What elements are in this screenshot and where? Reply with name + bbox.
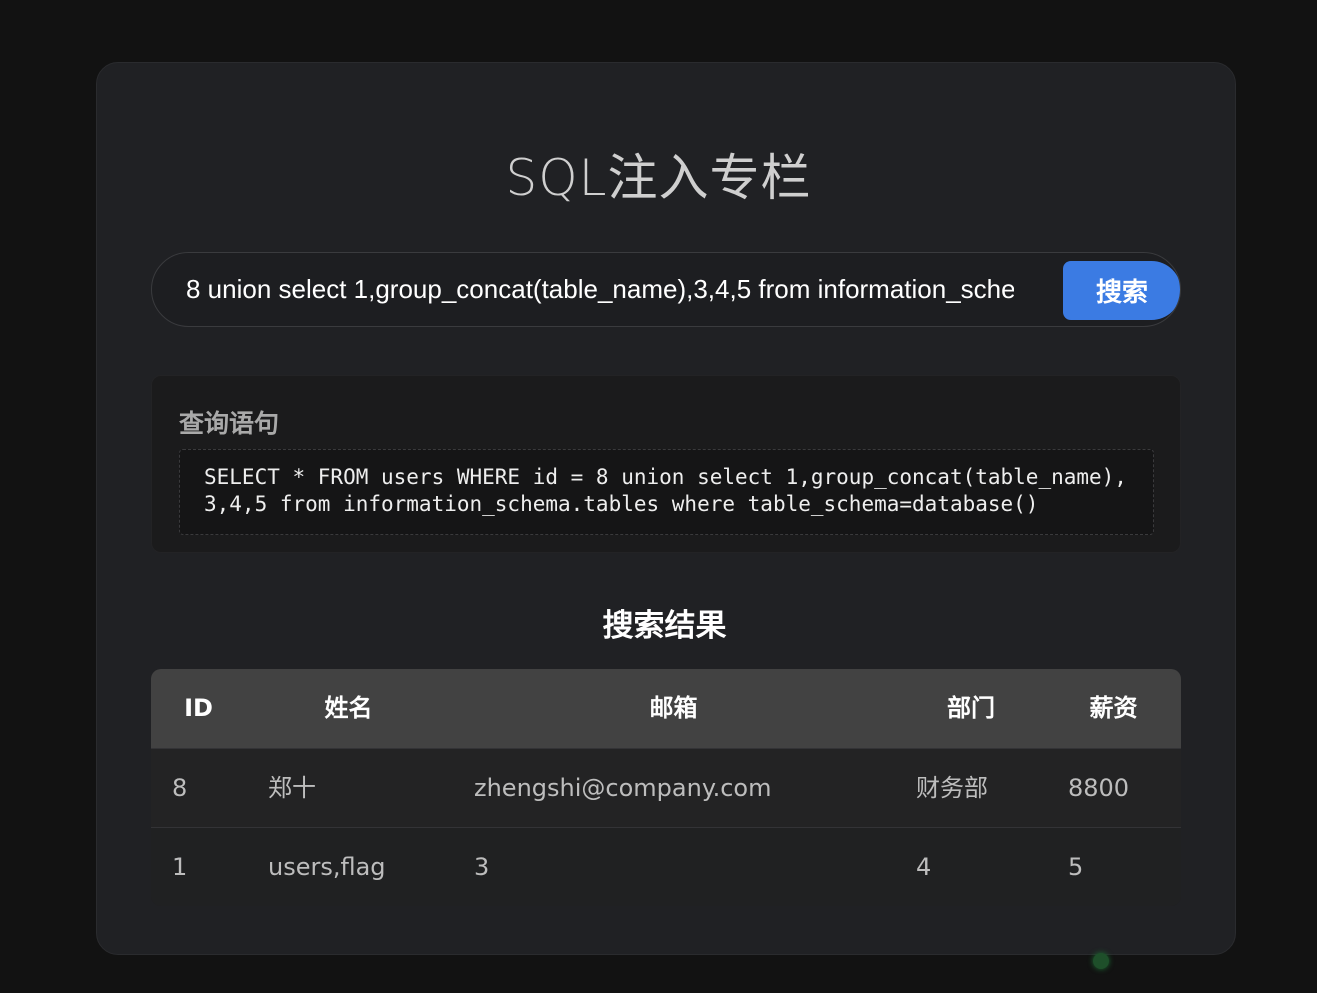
table-row: 1 users,flag 3 4 5 xyxy=(151,827,1181,906)
search-input[interactable] xyxy=(186,253,1014,326)
table-header: ID 姓名 邮箱 部门 薪资 xyxy=(151,669,1181,748)
cell-department: 财务部 xyxy=(916,774,988,802)
results-table: ID 姓名 邮箱 部门 薪资 8 郑十 zhengshi@company.com… xyxy=(151,669,1181,906)
cell-name: 郑十 xyxy=(268,774,316,802)
query-panel: 查询语句 SELECT * FROM users WHERE id = 8 un… xyxy=(151,375,1181,553)
column-header-department: 部门 xyxy=(947,694,995,722)
cell-email: 3 xyxy=(474,853,490,881)
cell-id: 8 xyxy=(172,774,188,802)
column-header-email: 邮箱 xyxy=(649,694,698,722)
cell-department: 4 xyxy=(916,853,932,881)
column-header-name: 姓名 xyxy=(324,694,373,722)
results-title: 搜索结果 xyxy=(602,608,727,644)
status-dot-icon xyxy=(1093,953,1109,969)
query-code: SELECT * FROM users WHERE id = 8 union s… xyxy=(179,449,1154,535)
search-button[interactable]: 搜索 xyxy=(1063,261,1180,320)
cell-email: zhengshi@company.com xyxy=(474,774,772,802)
cell-id: 1 xyxy=(172,853,188,881)
query-label: 查询语句 xyxy=(179,409,280,438)
table-row: 8 郑十 zhengshi@company.com 财务部 8800 xyxy=(151,748,1181,827)
page-title: SQL注入专栏 xyxy=(505,149,812,207)
column-header-salary: 薪资 xyxy=(1089,694,1138,722)
cell-salary: 8800 xyxy=(1068,774,1130,802)
column-header-id: ID xyxy=(184,694,213,722)
cell-name: users,flag xyxy=(268,853,386,881)
search-form: 搜索 xyxy=(151,252,1181,327)
cell-salary: 5 xyxy=(1068,853,1084,881)
